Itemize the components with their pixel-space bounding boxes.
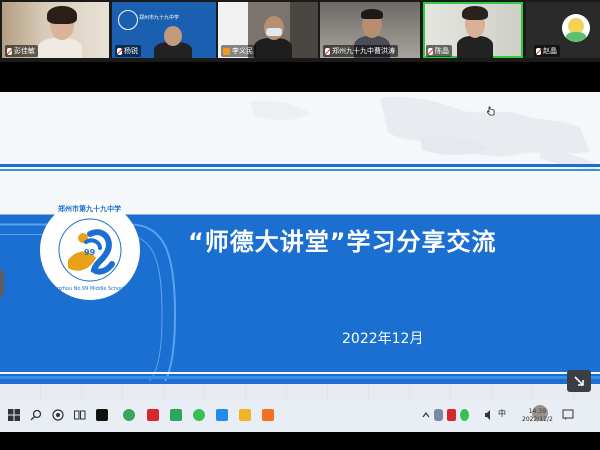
- participant-name-bar: 彭佳敏: [5, 45, 38, 57]
- windows-taskbar: 中 14:39 2022/12/2: [0, 400, 600, 432]
- slide-stripe-top: [0, 164, 600, 172]
- hand-cursor-icon: [487, 106, 495, 116]
- stage-gap: [0, 62, 600, 92]
- windows-start-icon[interactable]: [8, 409, 20, 421]
- logo-text-top: 郑州市第九十九中学: [58, 205, 121, 213]
- chevron-up-icon[interactable]: [422, 409, 430, 421]
- slide-date: 2022年12月: [342, 331, 424, 347]
- tile-logo-icon: [118, 10, 138, 30]
- tile-caption: 郑州市九十九中学: [139, 15, 180, 21]
- logo-number: 99: [84, 248, 96, 257]
- participant-tile[interactable]: 李义民: [218, 2, 318, 58]
- participant-tile[interactable]: 赵晶: [526, 2, 600, 58]
- participant-tile[interactable]: 郑州市九十九中学 杨锐: [112, 2, 216, 58]
- participant-name: 杨锐: [124, 47, 138, 55]
- participant-strip: 彭佳敏 郑州市九十九中学 杨锐 李义民 郑州九十九中曹洪涛 陈晶 赵晶: [0, 0, 600, 62]
- participant-name-bar: 赵晶: [534, 45, 560, 57]
- edge-icon[interactable]: [123, 409, 135, 421]
- folder-icon[interactable]: [239, 409, 251, 421]
- shared-slide: 郑州市第九十九中学 99 Zhengzhou No.99 Middle Scho…: [0, 92, 600, 400]
- school-logo: 郑州市第九十九中学 99 Zhengzhou No.99 Middle Scho…: [38, 198, 142, 302]
- ime-indicator[interactable]: 中: [498, 408, 508, 420]
- participant-name: 郑州九十九中曹洪涛: [332, 47, 395, 55]
- side-panel-handle[interactable]: [0, 270, 4, 296]
- wechat-icon[interactable]: [193, 409, 205, 421]
- participant-tile[interactable]: 彭佳敏: [2, 2, 109, 58]
- game-icon[interactable]: [447, 409, 456, 421]
- shield-icon[interactable]: [460, 409, 469, 421]
- search-icon[interactable]: [30, 409, 42, 421]
- cloud-icon[interactable]: [434, 409, 443, 421]
- slide-title: “师德大讲堂”学习分享交流: [188, 228, 497, 256]
- record-icon[interactable]: [52, 409, 64, 421]
- clock-overlay-indicator: [532, 405, 548, 421]
- participant-name-bar: 杨锐: [115, 45, 141, 57]
- participant-name-bar: 李义民: [221, 45, 256, 57]
- mic-muted-icon: [117, 47, 122, 55]
- participant-name: 李义民: [232, 47, 253, 55]
- media-icon[interactable]: [262, 409, 274, 421]
- slide-stripe-bottom: [0, 372, 600, 384]
- mic-muted-icon: [536, 47, 541, 55]
- video-off-icon: [223, 47, 230, 55]
- wps-icon[interactable]: [147, 409, 159, 421]
- app-icon[interactable]: [96, 409, 108, 421]
- mic-muted-icon: [428, 47, 433, 55]
- logo-text-bottom: Zhengzhou No.99 Middle School: [44, 286, 125, 292]
- expand-arrow-icon: [574, 376, 584, 386]
- bottom-strip: [0, 432, 600, 450]
- participant-name: 陈晶: [435, 47, 449, 55]
- participant-name: 赵晶: [543, 47, 557, 55]
- perspective-floor: [0, 384, 600, 400]
- mail-icon[interactable]: [216, 409, 228, 421]
- files-icon[interactable]: [170, 409, 182, 421]
- mic-muted-icon: [7, 47, 12, 55]
- fullscreen-button[interactable]: [567, 370, 591, 392]
- notification-icon[interactable]: [562, 409, 574, 421]
- task-view-icon[interactable]: [74, 409, 86, 421]
- participant-tile[interactable]: 郑州九十九中曹洪涛: [320, 2, 420, 58]
- avatar: [562, 14, 590, 42]
- participant-tile-active[interactable]: 陈晶: [423, 2, 523, 58]
- participant-name-bar: 陈晶: [426, 45, 452, 57]
- participant-name-bar: 郑州九十九中曹洪涛: [323, 45, 398, 57]
- mic-muted-icon: [325, 47, 330, 55]
- participant-name: 彭佳敏: [14, 47, 35, 55]
- sound-icon[interactable]: [484, 409, 494, 421]
